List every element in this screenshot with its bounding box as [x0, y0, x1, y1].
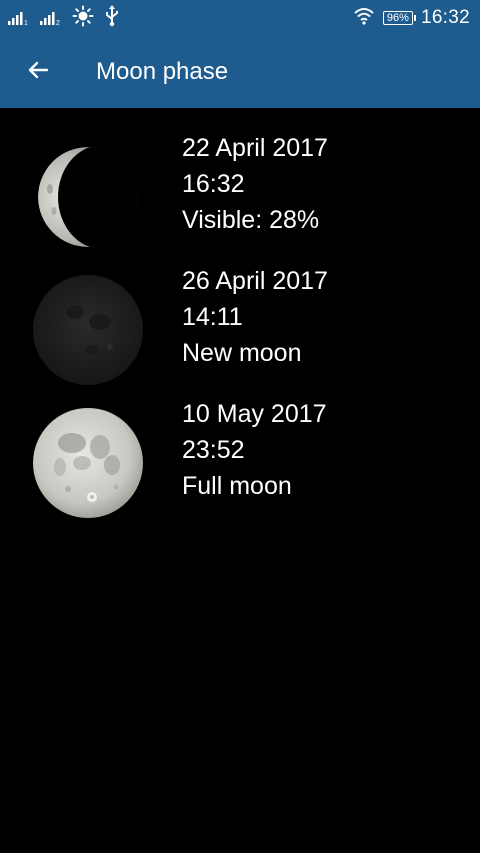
phase-date: 26 April 2017 [182, 267, 328, 295]
full-moon-icon [30, 405, 146, 521]
phase-date: 22 April 2017 [182, 134, 328, 162]
new-moon-icon [30, 272, 146, 388]
back-button[interactable] [14, 48, 62, 96]
status-clock: 16:32 [420, 7, 470, 28]
usb-icon [104, 4, 120, 32]
page-title: Moon phase [96, 58, 229, 85]
list-item[interactable]: 10 May 2017 23:52 Full moon [0, 374, 480, 518]
app-bar: Moon phase [0, 36, 480, 108]
signal-1-icon: 1 [8, 11, 30, 25]
phase-time: 23:52 [182, 436, 245, 464]
phase-label: New moon [182, 339, 302, 367]
phase-label: Visible: 28% [182, 206, 320, 234]
wifi-icon [353, 7, 375, 30]
signal-2-icon: 2 [40, 11, 62, 25]
arrow-back-icon [26, 58, 50, 87]
screen: 1 2 96% 16:32 Moon phase 22 April 2017 1… [0, 0, 480, 853]
moon-phase-list: 22 April 2017 16:32 Visible: 28% 26 Apri… [0, 108, 480, 518]
phase-label: Full moon [182, 472, 292, 500]
phase-date: 10 May 2017 [182, 400, 327, 428]
status-bar: 1 2 96% 16:32 [0, 0, 480, 36]
svg-text:1: 1 [24, 20, 28, 25]
waxing-crescent-moon-icon [30, 139, 146, 255]
brightness-icon [72, 5, 94, 32]
phase-time: 14:11 [182, 303, 243, 331]
list-item[interactable]: 22 April 2017 16:32 Visible: 28% [0, 108, 480, 247]
battery-indicator: 96% [382, 11, 416, 25]
list-item[interactable]: 26 April 2017 14:11 New moon [0, 241, 480, 385]
phase-time: 16:32 [182, 170, 245, 198]
svg-text:2: 2 [56, 20, 60, 25]
